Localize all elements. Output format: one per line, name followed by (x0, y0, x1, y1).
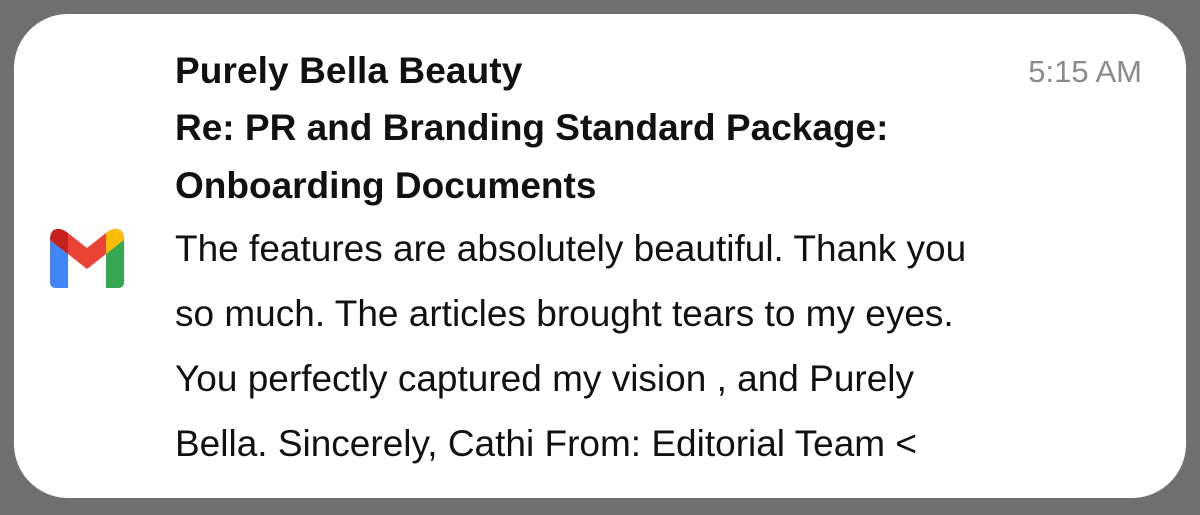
sender-name: Purely Bella Beauty (175, 50, 523, 91)
notification-card[interactable]: Purely Bella Beauty Re: PR and Branding … (14, 14, 1186, 498)
preview-line-2: so much. The articles brought tears to m… (175, 293, 954, 334)
preview-line-3: You perfectly captured my vision , and P… (175, 358, 915, 399)
gmail-icon (50, 228, 124, 288)
preview-line-1: The features are absolutely beautiful. T… (175, 228, 967, 269)
subject-line-1: Re: PR and Branding Standard Package: (175, 107, 889, 148)
timestamp: 5:15 AM (1028, 54, 1142, 89)
notification-content: Purely Bella Beauty Re: PR and Branding … (175, 42, 1135, 475)
subject-line-2: Onboarding Documents (175, 165, 597, 206)
preview-line-4: Bella. Sincerely, Cathi From: Editorial … (175, 423, 918, 464)
